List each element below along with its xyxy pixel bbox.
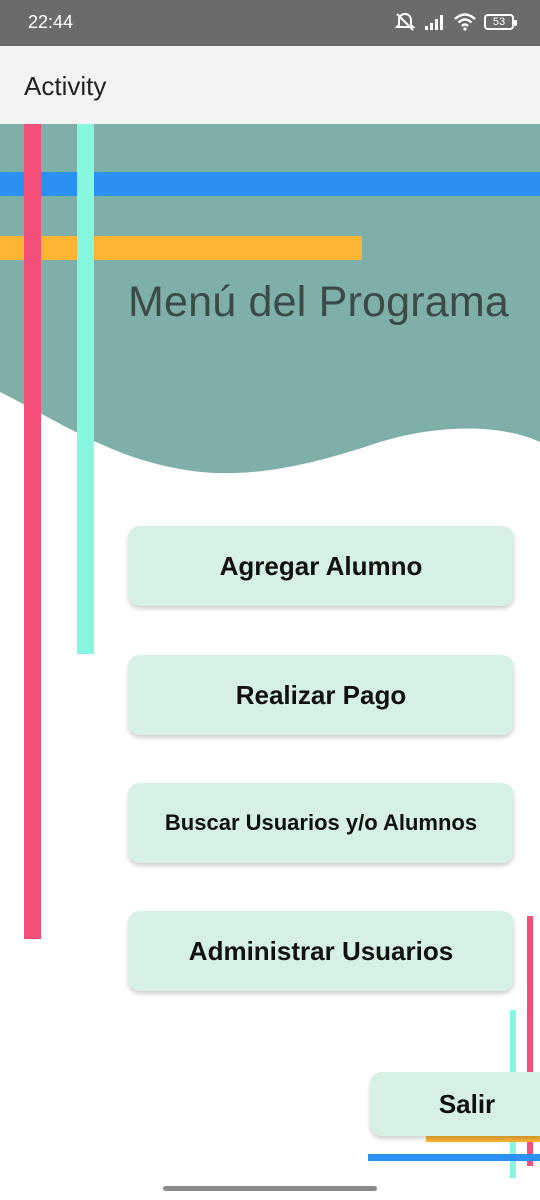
wifi-icon <box>454 13 476 31</box>
agregar-alumno-button[interactable]: Agregar Alumno <box>128 526 514 606</box>
administrar-usuarios-button[interactable]: Administrar Usuarios <box>128 911 514 991</box>
realizar-pago-button[interactable]: Realizar Pago <box>128 655 514 735</box>
status-bar: 22:44 53 <box>0 0 540 46</box>
battery-level: 53 <box>492 16 506 28</box>
app-bar-title: Activity <box>24 71 107 101</box>
signal-icon <box>425 15 443 30</box>
pink-vertical-stripe <box>24 124 41 939</box>
status-time: 22:44 <box>28 12 74 32</box>
orange-horizontal-stripe <box>0 236 362 260</box>
gesture-nav-bar[interactable] <box>163 1186 377 1191</box>
salir-button[interactable]: Salir <box>370 1072 540 1136</box>
page-title: Menú del Programa <box>128 278 510 326</box>
mint-vertical-stripe <box>77 124 94 654</box>
battery-icon: 53 <box>484 14 517 30</box>
buscar-usuarios-button[interactable]: Buscar Usuarios y/o Alumnos <box>128 783 514 863</box>
app-bar: Activity <box>0 46 540 124</box>
mute-icon <box>394 12 416 31</box>
blue-corner-stripe <box>368 1154 540 1161</box>
status-icons: 53 <box>394 12 517 32</box>
